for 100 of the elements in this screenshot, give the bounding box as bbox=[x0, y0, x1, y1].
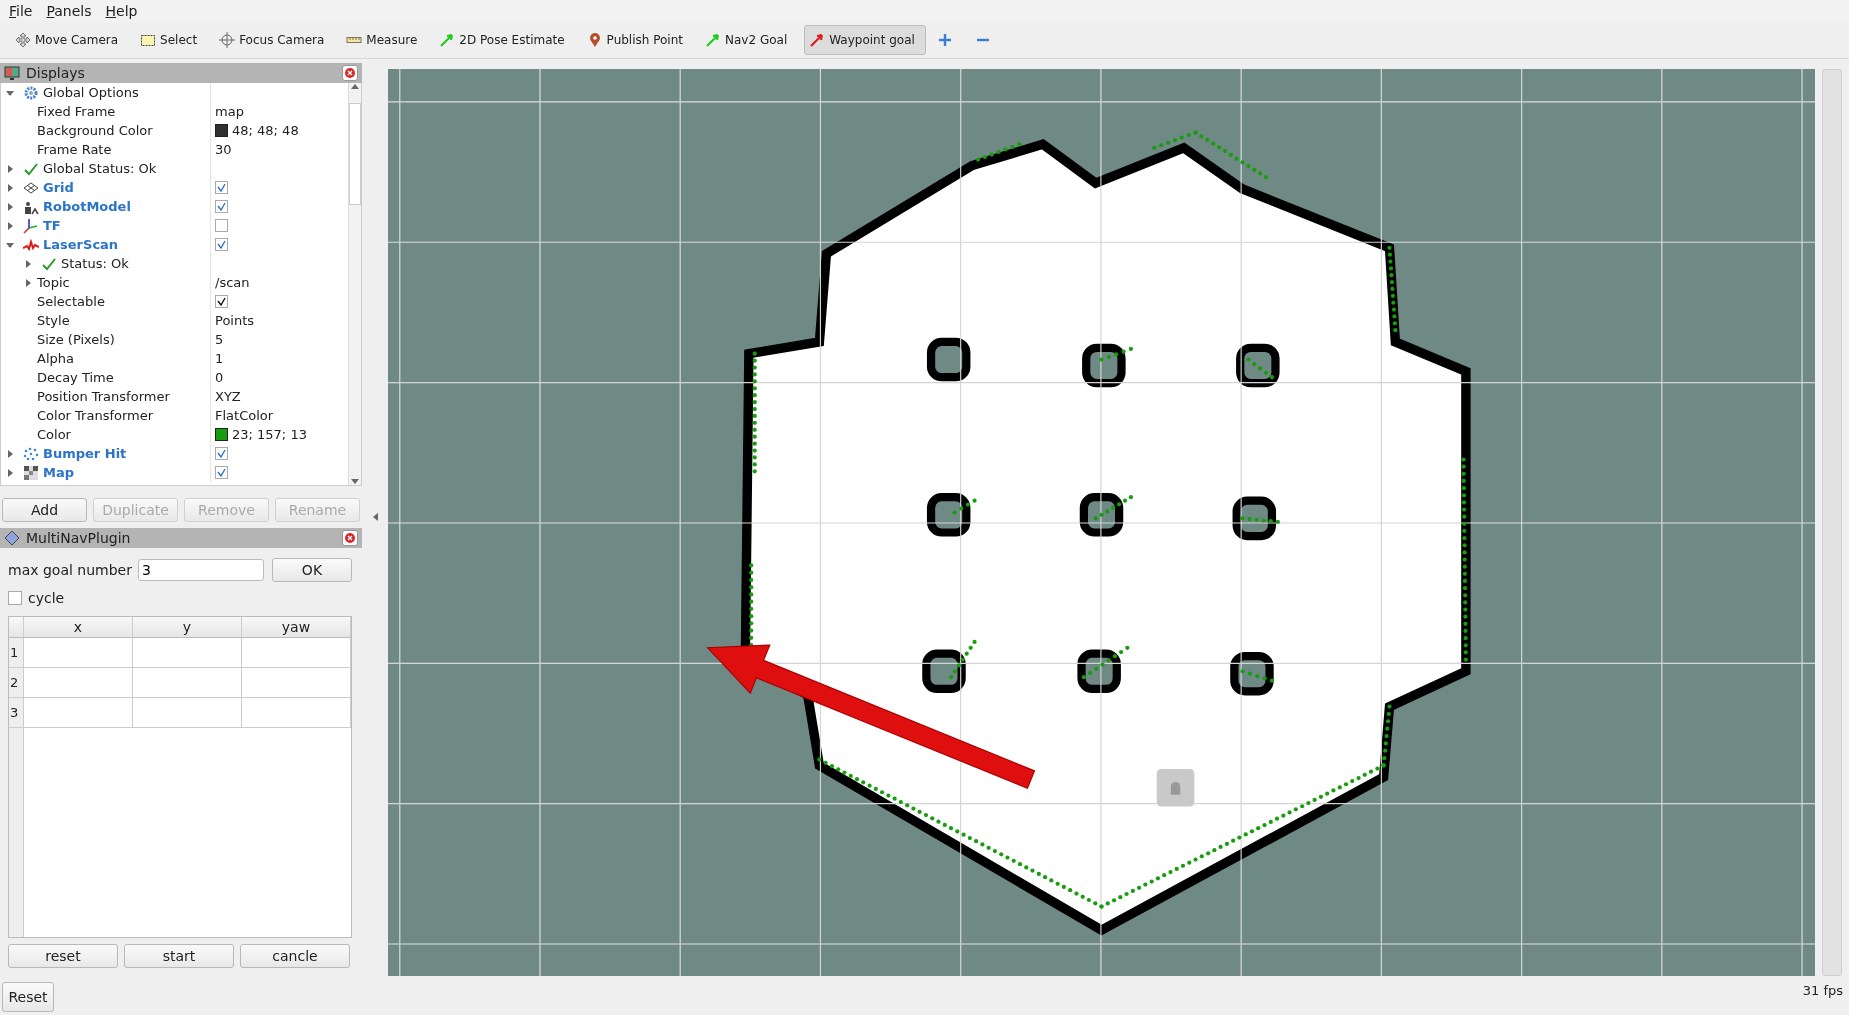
map-icon bbox=[23, 464, 39, 481]
check-icon bbox=[217, 183, 226, 192]
tree-label[interactable]: Background Color bbox=[37, 123, 153, 138]
tree-label[interactable]: Bumper Hit bbox=[43, 446, 127, 461]
diamond-icon bbox=[4, 530, 20, 546]
checkbox[interactable] bbox=[215, 447, 228, 460]
tree-label[interactable]: Map bbox=[43, 465, 74, 480]
tool-button[interactable]: Move Camera bbox=[10, 25, 130, 55]
tree-label[interactable]: TF bbox=[43, 218, 61, 233]
reset-button[interactable]: Reset bbox=[2, 982, 54, 1012]
panel-button[interactable]: Add bbox=[2, 498, 87, 522]
check-icon bbox=[217, 468, 226, 477]
expand-arrow-icon[interactable] bbox=[6, 183, 14, 192]
plus-icon bbox=[936, 32, 953, 48]
scrollbar[interactable] bbox=[1822, 69, 1842, 976]
arrow-icon bbox=[809, 32, 826, 48]
column-header[interactable]: y bbox=[133, 617, 242, 637]
checkbox[interactable] bbox=[215, 219, 228, 232]
property-value: 48; 48; 48 bbox=[232, 123, 299, 138]
fps-counter: 31 fps bbox=[1802, 982, 1843, 998]
property-value: 5 bbox=[215, 332, 224, 347]
monitor-icon bbox=[4, 65, 20, 81]
expand-arrow-icon[interactable] bbox=[6, 449, 14, 458]
robot-icon[interactable] bbox=[1156, 768, 1195, 807]
collapse-arrow-icon[interactable] bbox=[6, 240, 14, 249]
tool-button[interactable]: Select bbox=[135, 25, 209, 55]
tree-label[interactable]: Frame Rate bbox=[37, 142, 112, 157]
expand-arrow-icon[interactable] bbox=[24, 278, 32, 287]
input-field[interactable]: 3 bbox=[137, 559, 264, 581]
row-header[interactable]: 3 bbox=[9, 698, 24, 727]
tree-label[interactable]: Color bbox=[37, 427, 71, 442]
tool-button[interactable]: Focus Camera bbox=[214, 25, 336, 55]
property-value: 30 bbox=[215, 142, 232, 157]
property-value: /scan bbox=[215, 275, 250, 290]
tool-button[interactable]: 2D Pose Estimate bbox=[434, 25, 576, 55]
tool-button[interactable]: Nav2 Goal bbox=[700, 25, 799, 55]
checkbox[interactable] bbox=[215, 466, 228, 479]
menu-item[interactable]: Help bbox=[100, 3, 143, 19]
row-header[interactable]: 1 bbox=[9, 638, 24, 667]
tree-label[interactable]: Status: Ok bbox=[61, 256, 129, 271]
close-icon bbox=[345, 533, 355, 543]
checkbox[interactable] bbox=[215, 238, 228, 251]
tool-button[interactable]: Publish Point bbox=[581, 25, 694, 55]
close-button[interactable] bbox=[342, 530, 358, 546]
tree-label[interactable]: Global Status: Ok bbox=[43, 161, 157, 176]
checkbox[interactable] bbox=[8, 591, 22, 605]
column-header[interactable]: x bbox=[24, 617, 133, 637]
property-value: map bbox=[215, 104, 244, 119]
tree-label[interactable]: Position Transformer bbox=[37, 389, 170, 404]
tree-label[interactable]: Selectable bbox=[37, 294, 105, 309]
scroll-thumb[interactable] bbox=[349, 103, 361, 205]
tree-label[interactable]: Fixed Frame bbox=[37, 104, 116, 119]
tool-button[interactable]: Waypoint goal bbox=[804, 25, 926, 55]
close-button[interactable] bbox=[342, 65, 358, 81]
property-value: Points bbox=[215, 313, 255, 328]
expand-arrow-icon[interactable] bbox=[6, 221, 14, 230]
arrow-icon bbox=[705, 32, 721, 48]
check-icon bbox=[217, 240, 226, 249]
tree-label[interactable]: RobotModel bbox=[43, 199, 131, 214]
tree-label[interactable]: Alpha bbox=[37, 351, 74, 366]
checkbox[interactable] bbox=[215, 200, 228, 213]
column-header[interactable]: yaw bbox=[242, 617, 351, 637]
expand-arrow-icon[interactable] bbox=[6, 164, 14, 173]
collapse-icon[interactable] bbox=[372, 512, 378, 521]
goal-arrow[interactable] bbox=[706, 644, 1036, 789]
property-value: 1 bbox=[215, 351, 224, 366]
menu-item[interactable]: Panels bbox=[41, 3, 97, 19]
check-icon bbox=[217, 202, 226, 211]
property-value: 23; 157; 13 bbox=[232, 427, 307, 442]
panel-title: MultiNavPlugin bbox=[26, 530, 132, 546]
action-button[interactable]: cancle bbox=[240, 944, 350, 968]
scrollbar[interactable] bbox=[348, 83, 361, 485]
dots-icon bbox=[23, 445, 39, 462]
checkbox-label: cycle bbox=[28, 590, 65, 606]
check-icon bbox=[217, 449, 226, 458]
expand-arrow-icon[interactable] bbox=[6, 202, 14, 211]
selection-icon bbox=[140, 32, 157, 48]
crosshair-icon bbox=[219, 32, 236, 48]
tree-label[interactable]: Size (Pixels) bbox=[37, 332, 115, 347]
expand-arrow-icon[interactable] bbox=[6, 468, 14, 477]
row-header[interactable]: 2 bbox=[9, 668, 24, 697]
action-button[interactable]: reset bbox=[8, 944, 118, 968]
move-icon bbox=[15, 32, 31, 48]
expand-arrow-icon[interactable] bbox=[24, 259, 32, 268]
ok-button[interactable]: OK bbox=[271, 558, 352, 582]
tree-label[interactable]: LaserScan bbox=[43, 237, 119, 252]
checkbox[interactable] bbox=[215, 181, 228, 194]
collapse-arrow-icon[interactable] bbox=[6, 88, 14, 97]
tree-label[interactable]: Style bbox=[37, 313, 70, 328]
tool-button[interactable]: Measure bbox=[341, 25, 429, 55]
menu-item[interactable]: File bbox=[4, 3, 38, 19]
tree-label[interactable]: Decay Time bbox=[37, 370, 114, 385]
property-value: 0 bbox=[215, 370, 224, 385]
action-button[interactable]: start bbox=[124, 944, 234, 968]
scroll-down-icon[interactable] bbox=[351, 479, 359, 485]
tree-label[interactable]: Grid bbox=[43, 180, 74, 195]
checkbox[interactable] bbox=[215, 295, 228, 308]
tree-label[interactable]: Topic bbox=[37, 275, 70, 290]
tree-label[interactable]: Color Transformer bbox=[37, 408, 154, 423]
tree-label[interactable]: Global Options bbox=[43, 85, 139, 100]
